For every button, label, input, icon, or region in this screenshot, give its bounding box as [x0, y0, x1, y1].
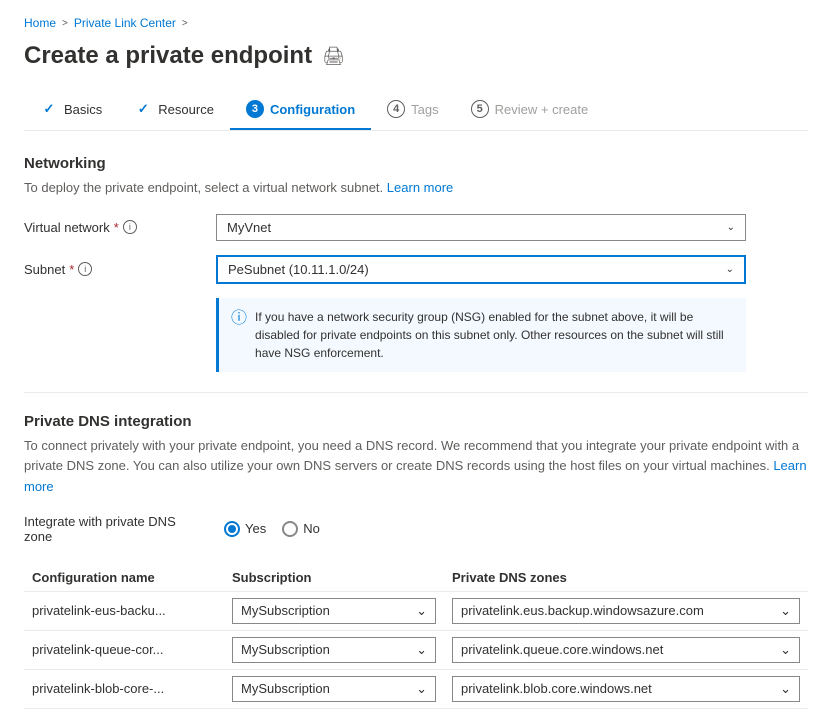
dns-row-1-dns-zone[interactable]: privatelink.queue.core.windows.net ⌄: [444, 630, 808, 669]
radio-no-circle: [282, 521, 298, 537]
subnet-value: PeSubnet (10.11.1.0/24): [228, 262, 369, 277]
tab-configuration[interactable]: 3 Configuration: [230, 90, 371, 130]
tab-review-label: Review + create: [495, 102, 589, 117]
dns-row-1-config-name: privatelink-queue-cor...: [24, 630, 224, 669]
tab-basics-badge: ✓: [40, 100, 58, 118]
nsg-info-text: If you have a network security group (NS…: [255, 308, 734, 362]
dns-table: Configuration name Subscription Private …: [24, 564, 808, 709]
networking-learn-more[interactable]: Learn more: [387, 180, 453, 195]
breadcrumb-sep1: >: [62, 18, 68, 29]
dns-row-2-dns-zone[interactable]: privatelink.blob.core.windows.net ⌄: [444, 669, 808, 708]
printer-icon[interactable]: 🖨: [322, 46, 345, 67]
tab-tags[interactable]: 4 Tags: [371, 90, 454, 130]
subnet-select[interactable]: PeSubnet (10.11.1.0/24) ⌄: [216, 255, 746, 284]
subscription-select-2[interactable]: MySubscription ⌄: [232, 676, 436, 702]
col-header-dns-zones: Private DNS zones: [444, 564, 808, 592]
subnet-info-icon[interactable]: i: [78, 262, 92, 276]
radio-no-label: No: [303, 521, 320, 536]
page-title-row: Create a private endpoint 🖨: [24, 42, 808, 70]
dns-zone-select-1[interactable]: privatelink.queue.core.windows.net ⌄: [452, 637, 800, 663]
breadcrumb-sep2: >: [182, 18, 188, 29]
virtual-network-control: MyVnet ⌄: [216, 214, 746, 241]
virtual-network-value: MyVnet: [227, 220, 271, 235]
dns-row-0-config-name: privatelink-eus-backu...: [24, 591, 224, 630]
dns-row-2-subscription[interactable]: MySubscription ⌄: [224, 669, 444, 708]
tab-tags-badge: 4: [387, 100, 405, 118]
dns-desc: To connect privately with your private e…: [24, 436, 808, 498]
tab-review-badge: 5: [471, 100, 489, 118]
dns-row-0-subscription[interactable]: MySubscription ⌄: [224, 591, 444, 630]
subnet-row: Subnet * i PeSubnet (10.11.1.0/24) ⌄: [24, 255, 808, 284]
tab-basics-label: Basics: [64, 102, 102, 117]
dns-table-row: privatelink-queue-cor... MySubscription …: [24, 630, 808, 669]
radio-no[interactable]: No: [282, 521, 320, 537]
col-header-config-name: Configuration name: [24, 564, 224, 592]
breadcrumb-home[interactable]: Home: [24, 16, 56, 30]
nsg-info-box: ⓘ If you have a network security group (…: [216, 298, 746, 372]
section-divider: [24, 392, 808, 393]
subnet-chevron: ⌄: [726, 264, 734, 275]
dns-section-title: Private DNS integration: [24, 413, 808, 430]
dns-table-row: privatelink-eus-backu... MySubscription …: [24, 591, 808, 630]
tab-resource-badge: ✓: [134, 100, 152, 118]
subscription-select-0[interactable]: MySubscription ⌄: [232, 598, 436, 624]
subscription-select-1[interactable]: MySubscription ⌄: [232, 637, 436, 663]
networking-section: Networking To deploy the private endpoin…: [24, 155, 808, 372]
col-header-subscription: Subscription: [224, 564, 444, 592]
radio-yes-circle: [224, 521, 240, 537]
subnet-required: *: [69, 262, 74, 277]
tab-resource-label: Resource: [158, 102, 214, 117]
tab-basics[interactable]: ✓ Basics: [24, 90, 118, 130]
tab-configuration-label: Configuration: [270, 102, 355, 117]
radio-yes[interactable]: Yes: [224, 521, 266, 537]
dns-zone-select-0[interactable]: privatelink.eus.backup.windowsazure.com …: [452, 598, 800, 624]
networking-title: Networking: [24, 155, 808, 172]
dns-zone-select-2[interactable]: privatelink.blob.core.windows.net ⌄: [452, 676, 800, 702]
virtual-network-required: *: [114, 220, 119, 235]
subnet-control: PeSubnet (10.11.1.0/24) ⌄: [216, 255, 746, 284]
wizard-tabs: ✓ Basics ✓ Resource 3 Configuration 4 Ta…: [24, 90, 808, 131]
virtual-network-row: Virtual network * i MyVnet ⌄: [24, 214, 808, 241]
radio-options: Yes No: [224, 521, 320, 537]
tab-resource[interactable]: ✓ Resource: [118, 90, 230, 130]
tab-review[interactable]: 5 Review + create: [455, 90, 605, 130]
integrate-dns-label: Integrate with private DNS zone: [24, 514, 204, 544]
dns-table-header-row: Configuration name Subscription Private …: [24, 564, 808, 592]
subnet-label: Subnet * i: [24, 262, 204, 277]
dns-row-2-config-name: privatelink-blob-core-...: [24, 669, 224, 708]
breadcrumb: Home > Private Link Center >: [24, 16, 808, 30]
dns-table-row: privatelink-blob-core-... MySubscription…: [24, 669, 808, 708]
networking-desc: To deploy the private endpoint, select a…: [24, 178, 808, 198]
integrate-dns-row: Integrate with private DNS zone Yes No: [24, 514, 808, 544]
page-title: Create a private endpoint: [24, 42, 312, 70]
nsg-info-icon: ⓘ: [231, 307, 247, 362]
virtual-network-select[interactable]: MyVnet ⌄: [216, 214, 746, 241]
dns-section: Private DNS integration To connect priva…: [24, 413, 808, 709]
radio-yes-label: Yes: [245, 521, 266, 536]
breadcrumb-private-link[interactable]: Private Link Center: [74, 16, 176, 30]
dns-row-0-dns-zone[interactable]: privatelink.eus.backup.windowsazure.com …: [444, 591, 808, 630]
dns-row-1-subscription[interactable]: MySubscription ⌄: [224, 630, 444, 669]
tab-configuration-badge: 3: [246, 100, 264, 118]
virtual-network-info-icon[interactable]: i: [123, 220, 137, 234]
virtual-network-label: Virtual network * i: [24, 220, 204, 235]
virtual-network-chevron: ⌄: [727, 222, 735, 233]
tab-tags-label: Tags: [411, 102, 438, 117]
